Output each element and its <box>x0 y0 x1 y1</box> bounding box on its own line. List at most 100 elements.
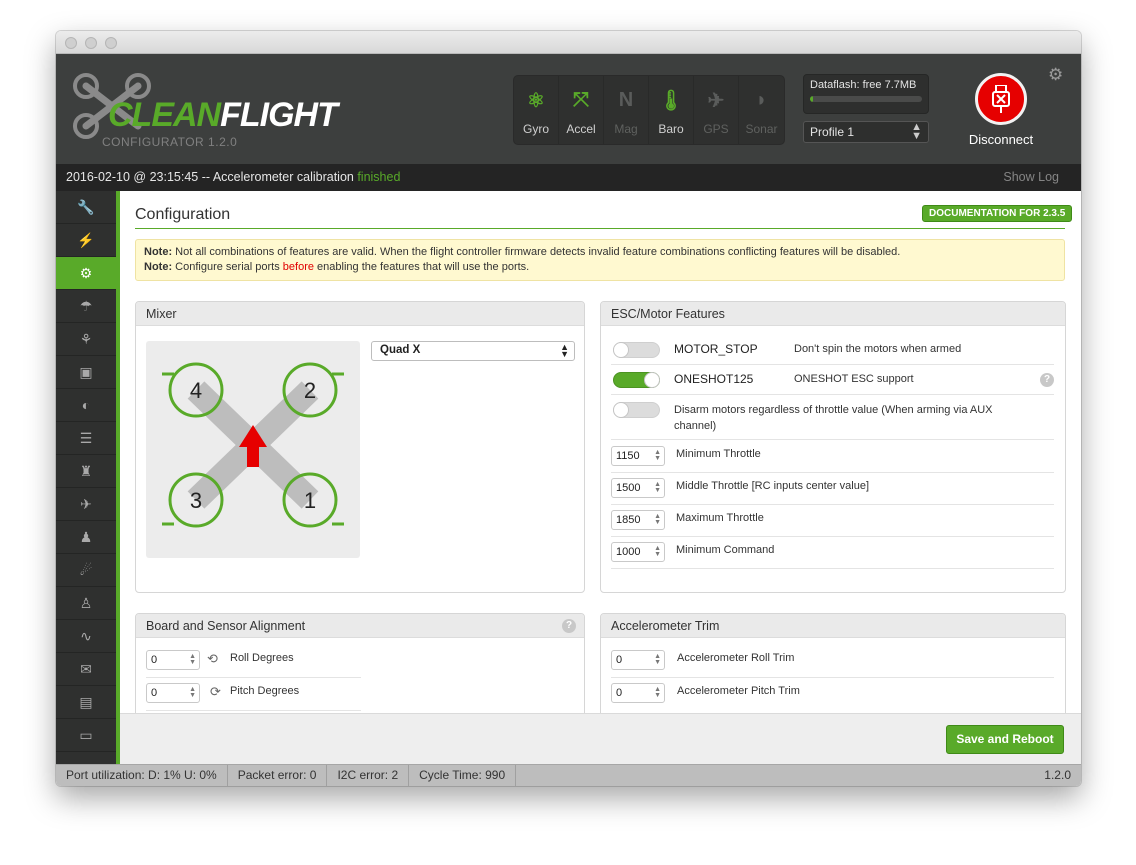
save-and-reboot-button[interactable]: Save and Reboot <box>946 725 1064 754</box>
spinner-icon[interactable]: ▲ ▼ <box>654 653 661 666</box>
esc-panel-title: ESC/Motor Features <box>601 302 1065 326</box>
app-window: CLEANFLIGHT CONFIGURATOR 1.2.0 ⚛ Gyro ⤧ Acc… <box>56 31 1081 786</box>
log-bar: 2016-02-10 @ 23:15:45 -- Accelerometer c… <box>56 164 1081 191</box>
updown-arrow-icon: ▲ ▼ <box>911 121 922 142</box>
configuration-content: Configuration DOCUMENTATION FOR 2.3.5 No… <box>120 191 1081 713</box>
throttle-input[interactable]: 1000 ▲ ▼ <box>611 542 665 562</box>
spinner-icon[interactable]: ▲ ▼ <box>654 513 661 526</box>
row-divider <box>146 710 361 711</box>
feature-name: ONESHOT125 <box>674 372 754 386</box>
close-window-button[interactable] <box>65 37 77 49</box>
show-log-link[interactable]: Show Log <box>1003 170 1059 184</box>
spinner-icon[interactable]: ▲ ▼ <box>654 481 661 494</box>
pitch-degrees-input[interactable]: 0 ▲ ▼ <box>146 683 200 703</box>
tab-dataflash[interactable]: ▤ <box>56 686 116 719</box>
throttle-value: 1150 <box>616 450 640 462</box>
i2c-error: I2C error: 2 <box>327 765 410 786</box>
content-footer: Save and Reboot <box>120 713 1081 764</box>
throttle-value: 1850 <box>616 514 641 526</box>
tab-led-strip[interactable]: ☄ <box>56 554 116 587</box>
row-divider <box>611 504 1054 505</box>
feature-row: MOTOR_STOP Don't spin the motors when arm… <box>611 335 1054 365</box>
board-alignment-panel: Board and Sensor Alignment? 0 ▲ ▼ ⟲ Roll D… <box>135 613 585 713</box>
tab-blackbox[interactable]: ✉ <box>56 653 116 686</box>
tab-setup[interactable]: 🔧 <box>56 191 116 224</box>
toggle-knob <box>613 342 629 358</box>
board-alignment-title: Board and Sensor Alignment? <box>136 614 584 638</box>
tab-ports[interactable]: ⚡ <box>56 224 116 257</box>
row-divider <box>611 472 1054 473</box>
app-header: CLEANFLIGHT CONFIGURATOR 1.2.0 ⚛ Gyro ⤧ Acc… <box>56 54 1081 164</box>
spinner-icon[interactable]: ▲ ▼ <box>189 686 196 699</box>
help-icon[interactable]: ? <box>562 619 576 633</box>
dataflash-status: Dataflash: free 7.7MB <box>803 74 929 114</box>
throttle-input[interactable]: 1500 ▲ ▼ <box>611 478 665 498</box>
spinner-icon[interactable]: ▲ ▼ <box>189 653 196 666</box>
sensor-accel: ⤧ Accel <box>559 76 604 144</box>
acc-pitch-trim-input[interactable]: 0 ▲ ▼ <box>611 683 665 703</box>
toggle-knob <box>644 372 660 388</box>
help-icon[interactable]: ? <box>1040 373 1054 387</box>
sensor-label: Gyro <box>522 122 549 136</box>
documentation-button[interactable]: DOCUMENTATION FOR 2.3.5 <box>922 205 1073 222</box>
throttle-label: Minimum Throttle <box>676 448 761 460</box>
log-message: 2016-02-10 @ 23:15:45 -- Accelerometer c… <box>66 170 358 184</box>
tab-tethered-logging[interactable]: ∿ <box>56 620 116 653</box>
tab-servos[interactable]: ♜ <box>56 455 116 488</box>
esc-motor-panel: ESC/Motor Features MOTOR_STOP Don't spin … <box>600 301 1066 593</box>
tab-configuration[interactable]: ⚙ <box>56 257 116 290</box>
feature-toggle[interactable] <box>613 342 660 358</box>
tab-gps[interactable]: ✈ <box>56 488 116 521</box>
spinner-icon[interactable]: ▲ ▼ <box>654 545 661 558</box>
feature-toggle[interactable] <box>613 372 660 388</box>
tab-cli[interactable]: ▭ <box>56 719 116 752</box>
row-divider <box>611 677 1054 678</box>
motor-label: 1 <box>304 488 316 513</box>
feature-note: Note: Not all combinations of features a… <box>135 239 1065 281</box>
spinner-icon[interactable]: ▲ ▼ <box>654 449 661 462</box>
feature-row: ONESHOT125 ONESHOT ESC support? <box>611 365 1054 395</box>
feature-row: Disarm motors regardless of throttle val… <box>611 395 1054 440</box>
mag-icon: N <box>618 88 634 111</box>
mixer-type-select[interactable]: Quad X ▲ ▼ <box>371 341 575 361</box>
acc-roll-trim-input[interactable]: 0 ▲ ▼ <box>611 650 665 670</box>
accelerometer-trim-panel: Accelerometer Trim 0 ▲ ▼ Accelerometer Rol… <box>600 613 1066 713</box>
throttle-label: Maximum Throttle <box>676 512 764 524</box>
tab-modes[interactable]: ◐ <box>56 389 116 422</box>
tab-motors[interactable]: ♟ <box>56 521 116 554</box>
tab-sensors[interactable]: ♙ <box>56 587 116 620</box>
tab-receiver[interactable]: ▣ <box>56 356 116 389</box>
throttle-input[interactable]: 1850 ▲ ▼ <box>611 510 665 530</box>
profile-selected: Profile 1 <box>810 125 855 139</box>
feature-toggle[interactable] <box>613 402 660 418</box>
tab-adjustments[interactable]: ☰ <box>56 422 116 455</box>
pitch-icon: ⟳ <box>210 684 221 699</box>
dataflash-bar-fill <box>810 96 814 102</box>
tab-failsafe[interactable]: ☂ <box>56 290 116 323</box>
motor-icon: ♟ <box>79 528 93 545</box>
disconnect-label[interactable]: Disconnect <box>961 132 1041 147</box>
profile-select[interactable]: Profile 1 ▲ ▼ <box>803 121 929 143</box>
settings-gear-icon[interactable]: ⚙ <box>1048 65 1063 85</box>
throttle-input[interactable]: 1150 ▲ ▼ <box>611 446 665 466</box>
terminal-icon: ▭ <box>79 726 93 743</box>
minimize-window-button[interactable] <box>85 37 97 49</box>
roll-degrees-input[interactable]: 0 ▲ ▼ <box>146 650 200 670</box>
tab-sidebar: 🔧 ⚡ ⚙ ☂ ⚘ ▣ ◐ ☰ ♜ ✈ ♟ ☄ ♙ ∿ ✉ ▤ ▭ <box>56 191 116 764</box>
roll-icon: ⟲ <box>207 651 218 666</box>
acc-roll-trim-label: Accelerometer Roll Trim <box>677 652 795 664</box>
spinner-icon[interactable]: ▲ ▼ <box>654 686 661 699</box>
feature-description: ONESHOT ESC support <box>794 373 914 385</box>
row-divider <box>611 568 1054 569</box>
toggle-icon: ◐ <box>81 397 91 413</box>
sensor-label: GPS <box>703 122 729 136</box>
mixer-type-value: Quad X <box>380 344 421 356</box>
motor-label: 3 <box>190 488 202 513</box>
tree-icon: ⚘ <box>79 330 93 347</box>
throttle-value: 1500 <box>616 482 641 494</box>
motor-label: 2 <box>304 378 316 403</box>
zoom-window-button[interactable] <box>105 37 117 49</box>
feature-description: Don't spin the motors when armed <box>794 343 962 355</box>
tab-pid-tuning[interactable]: ⚘ <box>56 323 116 356</box>
disconnect-button[interactable] <box>975 73 1027 125</box>
